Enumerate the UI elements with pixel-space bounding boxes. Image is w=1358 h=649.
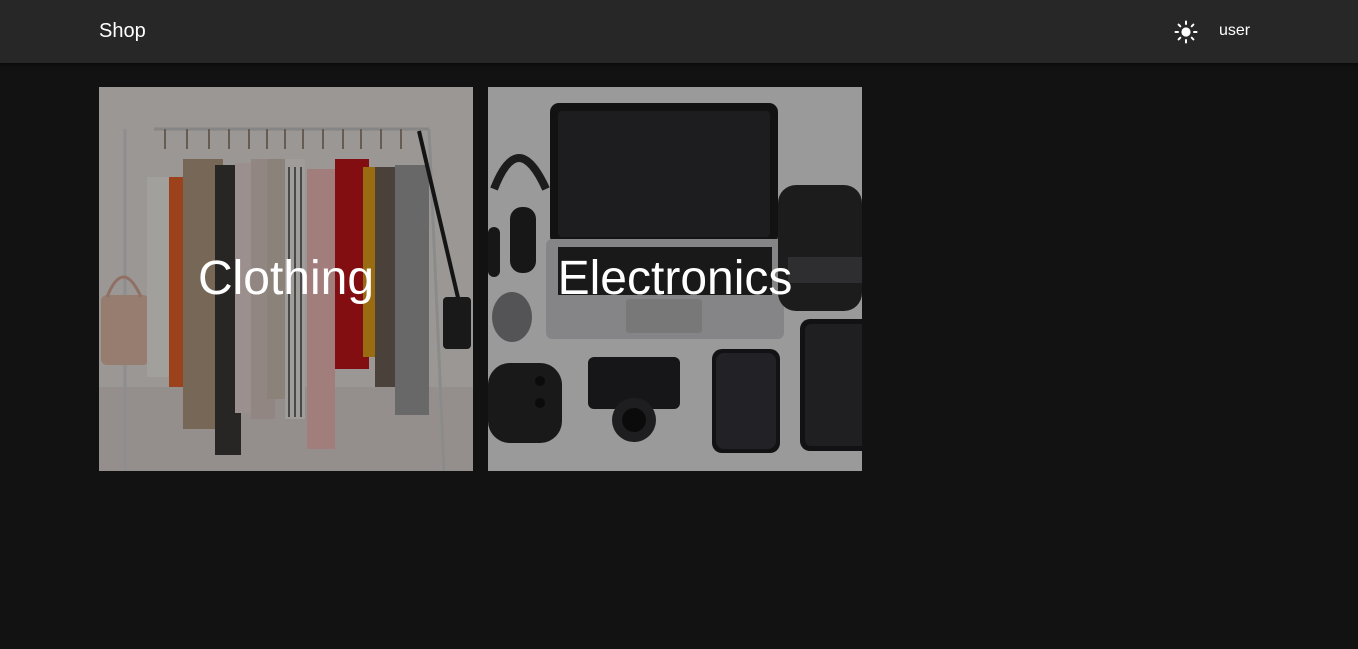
category-title: Clothing <box>197 252 375 305</box>
user-menu-button[interactable]: user <box>1210 18 1259 44</box>
theme-toggle-button[interactable] <box>1170 16 1202 48</box>
sun-icon <box>1174 20 1198 44</box>
app-bar: Shop user <box>0 0 1358 63</box>
category-title: Electronics <box>557 252 793 305</box>
brand-link[interactable]: Shop <box>99 20 146 42</box>
category-card-clothing[interactable]: Clothing <box>99 87 473 471</box>
category-card-electronics[interactable]: Electronics <box>488 87 862 471</box>
